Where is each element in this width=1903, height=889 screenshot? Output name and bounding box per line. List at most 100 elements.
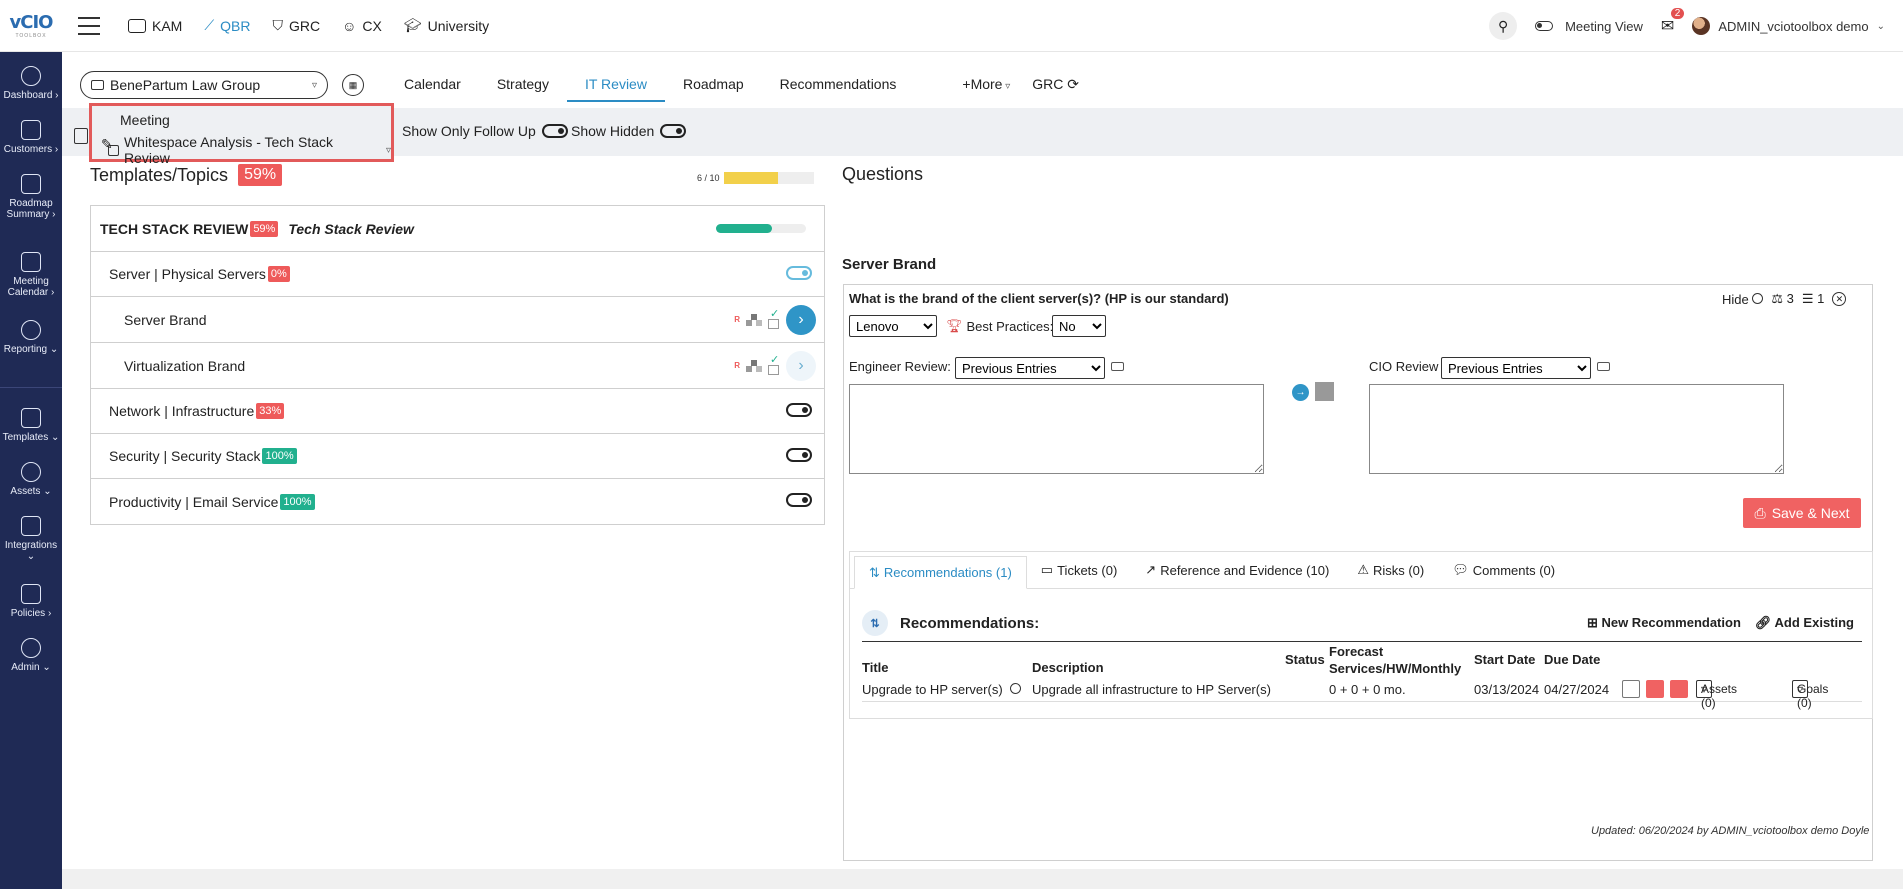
calculator-icon[interactable]: ▦ — [342, 74, 364, 96]
assets-icon — [746, 359, 762, 372]
sidebar-item-policies[interactable]: Policies › — [0, 584, 62, 619]
tab-grc[interactable]: GRC ⟳ — [1028, 68, 1097, 102]
topic-row[interactable]: Network | Infrastructure 33% — [91, 389, 824, 434]
shield-icon: ⛉ — [272, 17, 284, 33]
weight-indicator: ⚖ 3 — [1771, 291, 1794, 306]
toggle-switch[interactable] — [786, 493, 812, 507]
save-next-button[interactable]: ⎙ Save & Next — [1743, 498, 1861, 528]
meeting-dropdown[interactable]: Whitespace Analysis - Tech Stack Review ▿ — [108, 134, 391, 166]
meeting-view-toggle[interactable]: Meeting View — [1535, 19, 1643, 34]
sidebar-item-admin[interactable]: Admin ⌄ — [0, 638, 62, 673]
meeting-label: Meeting — [120, 112, 170, 128]
warning-icon: ⚠ — [1357, 562, 1369, 577]
tab-reference-evidence[interactable]: ↗ Reference and Evidence (10) — [1131, 552, 1343, 588]
answer-select[interactable]: Lenovo — [849, 315, 937, 337]
tab-recommendations-detail[interactable]: ⇅ Recommendations (1) — [854, 556, 1027, 589]
flag-icon[interactable] — [1315, 382, 1334, 401]
question-detail-tabs: ⇅ Recommendations (1) ▭ Tickets (0) ↗ Refer… — [849, 551, 1873, 719]
toggle-switch[interactable] — [660, 124, 687, 138]
calendar-icon — [21, 252, 41, 272]
bottom-strip — [62, 869, 1903, 889]
search-icon[interactable]: ⚲ — [1489, 12, 1518, 40]
status-radio-icon[interactable] — [1010, 683, 1021, 694]
add-existing-button[interactable]: 🔗︎ Add Existing — [1755, 615, 1854, 631]
nav-grc[interactable]: ⛉ GRC — [273, 17, 321, 34]
cio-review-textarea[interactable] — [1369, 384, 1784, 474]
chart-line-icon: ⟋ — [204, 17, 215, 33]
cio-previous-entries-select[interactable]: Previous Entries — [1441, 357, 1591, 379]
sidebar-item-customers[interactable]: Customers › — [0, 120, 62, 155]
pct-badge: 100% — [280, 493, 315, 510]
gears-icon — [21, 638, 41, 658]
tab-comments[interactable]: 💬︎ Comments (0) — [1438, 552, 1569, 588]
best-practices-select[interactable]: No — [1052, 315, 1106, 337]
toggle-switch[interactable] — [786, 402, 812, 417]
sidebar-item-dashboard[interactable]: Dashboard › — [0, 66, 62, 101]
tab-it-review[interactable]: IT Review — [566, 68, 665, 102]
tab-more[interactable]: +More ▿ — [944, 68, 1028, 102]
show-hidden-toggle[interactable]: Show Hidden — [571, 123, 687, 139]
pencil-icon[interactable]: ✎ — [101, 136, 113, 153]
hide-option[interactable]: Hide — [1722, 292, 1764, 307]
sidebar-item-integrations[interactable]: Integrations ⌄ — [0, 516, 62, 562]
tab-calendar[interactable]: Calendar — [386, 68, 479, 102]
progress-bar — [723, 172, 814, 184]
question-row[interactable]: Virtualization Brand R › — [91, 343, 824, 389]
question-section-title: Server Brand — [842, 256, 937, 273]
edit-icon[interactable] — [1622, 680, 1640, 698]
trash-icon[interactable] — [1646, 680, 1664, 698]
tab-recommendations[interactable]: Recommendations — [762, 68, 915, 102]
question-row[interactable]: Server Brand R › — [91, 297, 824, 343]
shuffle-icon — [21, 516, 41, 536]
meeting-selector[interactable]: ✎ Meeting Whitespace Analysis - Tech Sta… — [89, 103, 394, 166]
chevron-right-icon[interactable]: › — [786, 350, 816, 381]
assets-dropdown[interactable]: Assets (0) ▿ — [1696, 680, 1737, 710]
nav-qbr[interactable]: ⟋ QBR — [204, 17, 250, 34]
mail-count-badge: 2 — [1670, 8, 1685, 19]
tab-risks[interactable]: ⚠ Risks (0) — [1343, 552, 1438, 588]
tab-tickets[interactable]: ▭ Tickets (0) — [1027, 552, 1132, 588]
goals-dropdown[interactable]: Goals (0) ▿ — [1792, 680, 1828, 710]
chevron-down-icon: ▿ — [385, 144, 391, 156]
nav-university[interactable]: 🎓︎ University — [404, 17, 489, 34]
topic-row[interactable]: Server | Physical Servers 0% — [91, 252, 824, 297]
sidebar-item-reporting[interactable]: Reporting ⌄ — [0, 320, 62, 355]
user-menu[interactable]: ADMIN_vciotoolbox demo ⌄ — [1692, 17, 1885, 35]
template-header-row[interactable]: TECH STACK REVIEW 59% Tech Stack Review — [91, 206, 824, 252]
nav-cx[interactable]: ☺ CX — [342, 18, 382, 34]
templates-pct-badge: 59% — [238, 164, 283, 186]
topic-row[interactable]: Security | Security Stack 100% — [91, 434, 824, 479]
add-meeting-icon[interactable] — [74, 128, 88, 144]
sidebar-item-templates[interactable]: Templates ⌄ — [0, 408, 62, 443]
hamburger-menu-icon[interactable] — [78, 16, 100, 35]
chevron-right-icon[interactable]: › — [786, 304, 816, 335]
topic-row[interactable]: Productivity | Email Service 100% — [91, 479, 824, 524]
app-logo[interactable]: vCIO TOOLBOX — [0, 0, 62, 52]
sidebar-item-meeting-calendar[interactable]: Meeting Calendar › — [0, 252, 62, 298]
gauge-icon — [21, 66, 41, 86]
new-recommendation-button[interactable]: ⊞ New Recommendation — [1587, 615, 1741, 631]
toggle-switch[interactable] — [541, 124, 568, 138]
follow-up-toggle[interactable]: Show Only Follow Up — [402, 123, 568, 139]
refresh-icon: ⟳ — [1063, 76, 1080, 92]
assets-icon — [746, 313, 762, 326]
sidebar-item-roadmap-summary[interactable]: Roadmap Summary › — [0, 174, 62, 220]
keyboard-icon[interactable] — [1111, 362, 1124, 371]
toggle-switch[interactable] — [786, 265, 812, 280]
toggle-switch[interactable] — [786, 447, 812, 462]
check-flag-icon — [768, 307, 780, 329]
tab-strategy[interactable]: Strategy — [479, 68, 567, 102]
mail-icon[interactable]: ✉ 2 — [1661, 8, 1685, 36]
recommendation-actions: ⊞ New Recommendation 🔗︎ Add Existing — [1587, 615, 1854, 631]
keyboard-icon[interactable] — [1597, 362, 1610, 371]
sidebar-item-assets[interactable]: Assets ⌄ — [0, 462, 62, 497]
engineer-previous-entries-select[interactable]: Previous Entries — [955, 357, 1105, 379]
client-select[interactable]: BenePartum Law Group ▿ — [80, 71, 328, 99]
table-row[interactable]: Upgrade to HP server(s) Upgrade all infr… — [862, 678, 1862, 710]
close-icon[interactable]: ✕ — [1832, 292, 1847, 306]
arrow-right-icon[interactable]: → — [1292, 384, 1309, 401]
tab-roadmap[interactable]: Roadmap — [665, 68, 762, 102]
nav-kam[interactable]: KAM — [128, 18, 182, 34]
unlink-icon[interactable] — [1670, 680, 1688, 698]
engineer-review-textarea[interactable] — [849, 384, 1264, 474]
